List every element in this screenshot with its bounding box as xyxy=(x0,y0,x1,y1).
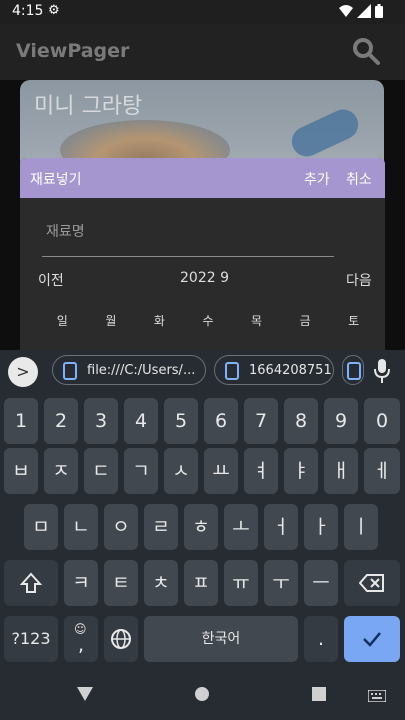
clipboard-chip-text: file:///C:/Users/... xyxy=(87,363,196,378)
cancel-button[interactable]: 취소 xyxy=(346,169,372,189)
backspace-icon xyxy=(358,574,384,592)
weekday-sun: 일 xyxy=(56,314,68,328)
key-a[interactable]: ㅏ xyxy=(304,504,338,550)
ingredient-input[interactable] xyxy=(42,216,342,248)
clipboard-chip-text: 1664208751 xyxy=(249,363,332,378)
key-chieut[interactable]: ㅊ xyxy=(144,560,178,606)
keyboard-switch-icon[interactable] xyxy=(368,690,386,702)
prev-month-button[interactable]: 이전 xyxy=(38,270,64,290)
wifi-icon xyxy=(339,5,353,17)
clipboard-chip[interactable] xyxy=(342,355,364,385)
add-button[interactable]: 추가 xyxy=(304,169,330,189)
keyboard: > file:///C:/Users/... 1664208751 1 2 3 … xyxy=(0,350,405,720)
weekday-sat: 토 xyxy=(348,314,360,328)
key-yu[interactable]: ㅠ xyxy=(224,560,258,606)
key-bieup[interactable]: ㅂ xyxy=(4,448,38,494)
weekday-mon: 월 xyxy=(105,314,117,328)
key-pieup[interactable]: ㅍ xyxy=(184,560,218,606)
status-time: 4:15 xyxy=(12,3,44,19)
key-5[interactable]: 5 xyxy=(164,398,198,444)
key-o[interactable]: ㅗ xyxy=(224,504,258,550)
back-icon[interactable] xyxy=(76,686,94,702)
status-icons xyxy=(339,4,383,18)
calendar-month: 2022 9 xyxy=(180,270,229,286)
key-ya[interactable]: ㅑ xyxy=(284,448,318,494)
weekday-fri: 금 xyxy=(299,314,311,328)
key-tieut[interactable]: ㅌ xyxy=(104,560,138,606)
shift-icon xyxy=(19,572,43,593)
next-month-button[interactable]: 다음 xyxy=(346,270,372,290)
backspace-key[interactable] xyxy=(344,560,400,606)
key-kieuk[interactable]: ㅋ xyxy=(64,560,98,606)
key-9[interactable]: 9 xyxy=(324,398,358,444)
key-e[interactable]: ㅔ xyxy=(364,448,400,494)
enter-key[interactable] xyxy=(344,616,400,662)
clipboard-icon xyxy=(347,362,361,380)
app-bar: ViewPager xyxy=(0,24,405,80)
weekday-wed: 수 xyxy=(202,314,214,328)
key-0[interactable]: 0 xyxy=(364,398,400,444)
period-key[interactable]: . xyxy=(304,616,338,662)
status-bar: 4:15 ⚙ xyxy=(0,0,405,24)
key-rieul[interactable]: ㄹ xyxy=(144,504,178,550)
recipe-card-title: 미니 그라탕 xyxy=(34,94,143,119)
key-u[interactable]: ㅜ xyxy=(264,560,298,606)
key-3[interactable]: 3 xyxy=(84,398,118,444)
shift-key[interactable] xyxy=(4,560,58,606)
symbols-key[interactable]: ?123 xyxy=(4,616,58,662)
comma-label: , xyxy=(78,634,85,656)
key-7[interactable]: 7 xyxy=(244,398,278,444)
key-ae[interactable]: ㅐ xyxy=(324,448,358,494)
comma-emoji-key[interactable]: ☺ , xyxy=(64,616,98,662)
weekday-thu: 목 xyxy=(251,314,263,328)
key-nieun[interactable]: ㄴ xyxy=(64,504,98,550)
weekday-header: 일 월 화 수 목 금 토 xyxy=(38,312,378,329)
clipboard-chip[interactable]: 1664208751 xyxy=(214,355,334,385)
key-6[interactable]: 6 xyxy=(204,398,238,444)
key-eu[interactable]: ㅡ xyxy=(304,560,338,606)
recents-icon[interactable] xyxy=(311,686,327,702)
key-2[interactable]: 2 xyxy=(44,398,78,444)
home-icon[interactable] xyxy=(194,686,210,702)
app-title: ViewPager xyxy=(16,40,130,62)
clipboard-icon xyxy=(63,362,77,380)
language-key[interactable] xyxy=(104,616,138,662)
key-jieut[interactable]: ㅈ xyxy=(44,448,78,494)
microphone-icon[interactable] xyxy=(372,357,392,385)
navigation-bar xyxy=(0,668,405,720)
globe-icon xyxy=(111,629,131,649)
key-hieut[interactable]: ㅎ xyxy=(184,504,218,550)
key-yeo[interactable]: ㅕ xyxy=(244,448,278,494)
space-key[interactable]: 한국어 xyxy=(144,616,298,662)
key-yo[interactable]: ㅛ xyxy=(204,448,238,494)
key-i[interactable]: ㅣ xyxy=(344,504,378,550)
battery-icon xyxy=(375,4,383,18)
key-ieung[interactable]: ㅇ xyxy=(104,504,138,550)
weekday-tue: 화 xyxy=(153,314,165,328)
spoon-image xyxy=(286,104,364,162)
signal-icon xyxy=(357,4,371,18)
settings-gear-icon: ⚙ xyxy=(48,3,60,18)
key-8[interactable]: 8 xyxy=(284,398,318,444)
add-ingredient-dialog: 재료넣기 추가 취소 이전 2022 9 다음 일 월 화 수 목 금 토 xyxy=(20,158,385,350)
key-digeut[interactable]: ㄷ xyxy=(84,448,118,494)
ingredient-field[interactable] xyxy=(42,216,342,257)
expand-arrow-icon[interactable]: > xyxy=(8,357,38,387)
clipboard-icon xyxy=(225,362,239,380)
key-1[interactable]: 1 xyxy=(4,398,38,444)
dialog-title: 재료넣기 xyxy=(30,172,82,188)
clipboard-chip[interactable]: file:///C:/Users/... xyxy=(52,355,206,385)
dialog-header: 재료넣기 추가 취소 xyxy=(20,158,385,198)
suggestion-strip: > file:///C:/Users/... 1664208751 xyxy=(0,350,405,392)
key-siot[interactable]: ㅅ xyxy=(164,448,198,494)
check-icon xyxy=(363,632,381,647)
key-4[interactable]: 4 xyxy=(124,398,158,444)
search-icon[interactable] xyxy=(351,36,381,66)
key-eo[interactable]: ㅓ xyxy=(264,504,298,550)
key-mieum[interactable]: ㅁ xyxy=(24,504,58,550)
key-giyeok[interactable]: ㄱ xyxy=(124,448,158,494)
